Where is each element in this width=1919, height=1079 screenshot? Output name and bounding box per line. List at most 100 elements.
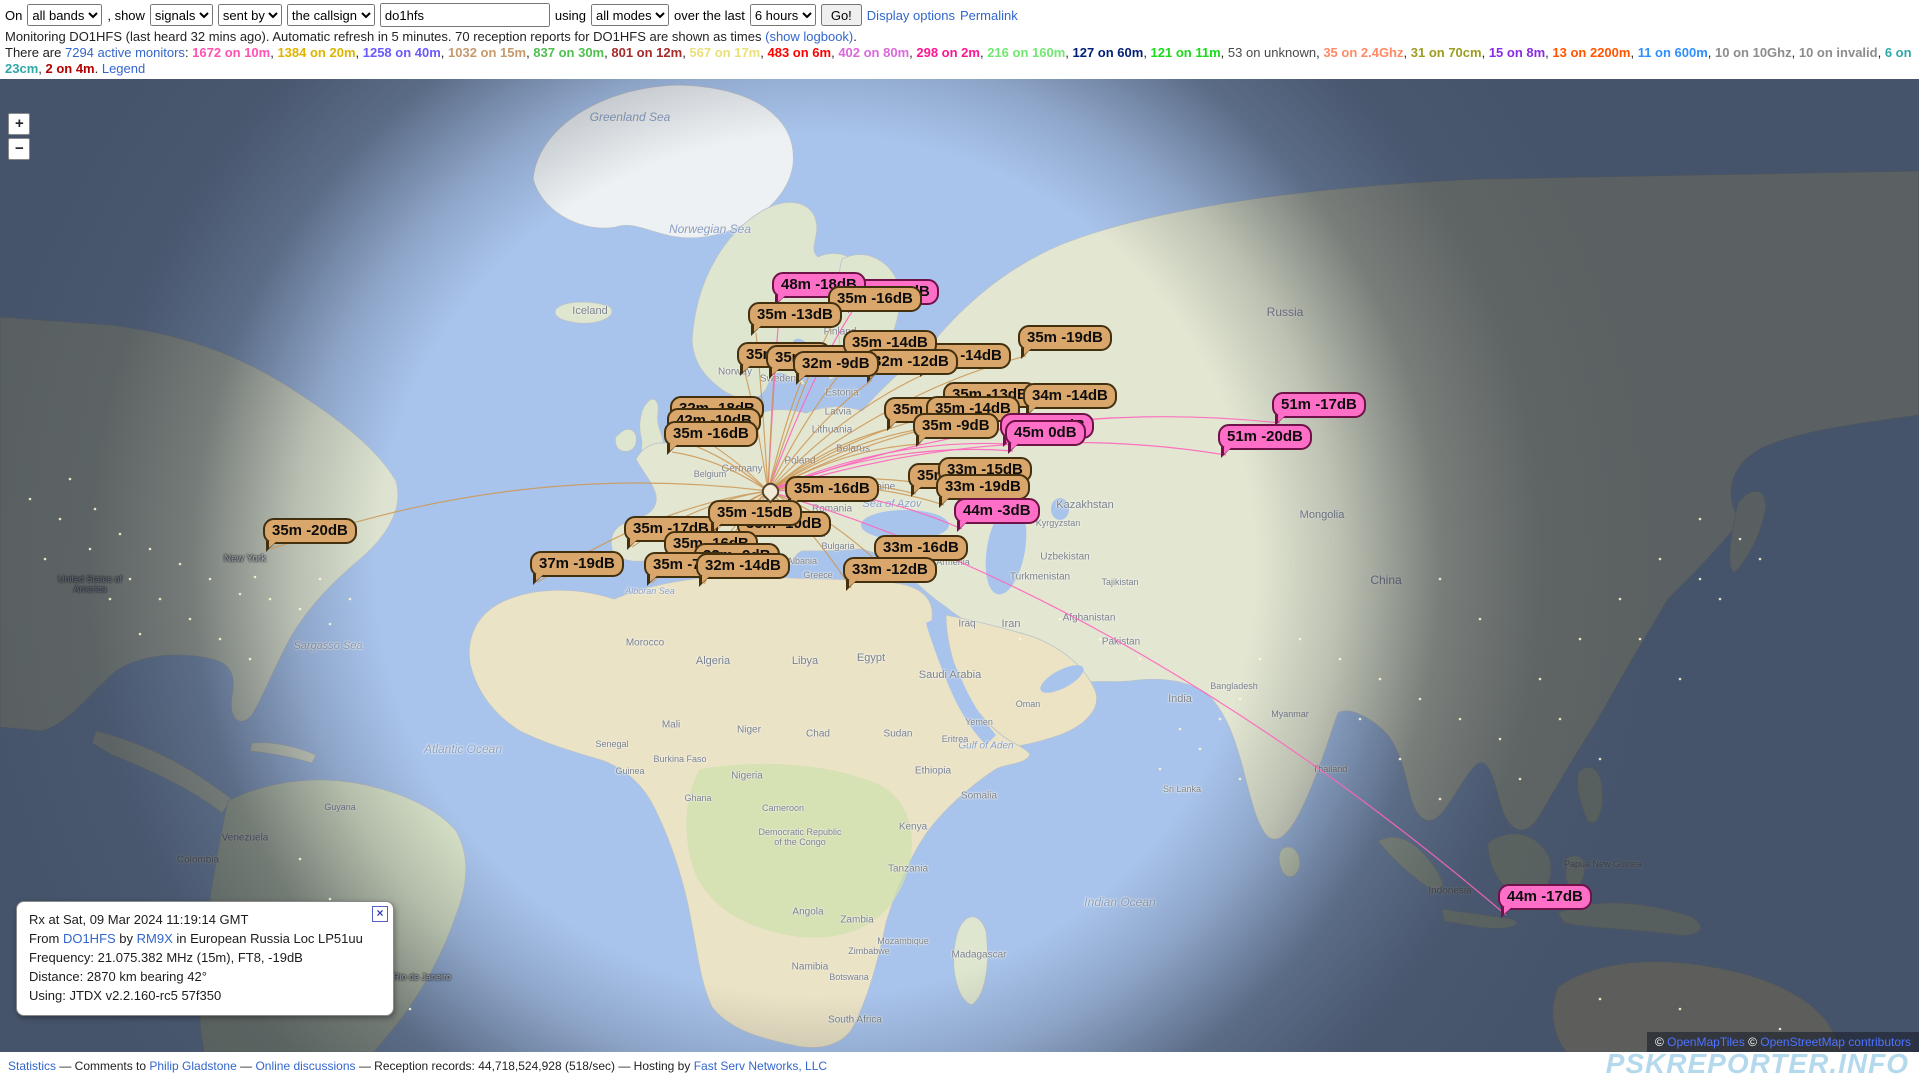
- popup-from-label: From: [29, 931, 63, 946]
- on-label: On: [5, 8, 22, 23]
- world-map[interactable]: Greenland SeaNorwegian SeaIcelandNorwayS…: [0, 79, 1919, 1052]
- map-label: Greece: [803, 570, 833, 580]
- map-label: Chad: [806, 729, 830, 740]
- map-label: Kazakhstan: [1056, 499, 1113, 511]
- zoom-in-button[interactable]: +: [8, 113, 30, 135]
- map-label: Ghana: [684, 793, 711, 803]
- map-label: New York: [224, 554, 266, 565]
- map-label: Atlantic Ocean: [424, 742, 502, 756]
- reception-balloon[interactable]: 35m -20dB: [263, 518, 357, 544]
- band-select[interactable]: all bands: [27, 4, 102, 26]
- reception-balloon[interactable]: 44m -17dB: [1498, 884, 1592, 910]
- popup-software: Using: JTDX v2.2.160-rc5 57f350: [29, 986, 381, 1005]
- display-options-link[interactable]: Display options: [867, 8, 955, 23]
- reception-balloon[interactable]: 32m -9dB: [793, 351, 879, 377]
- reception-balloon[interactable]: 45m 0dB: [1005, 420, 1086, 446]
- map-label: Alboran Sea: [625, 586, 675, 596]
- reception-info-popup: × Rx at Sat, 09 Mar 2024 11:19:14 GMT Fr…: [16, 901, 394, 1016]
- footer-link[interactable]: Statistics: [8, 1059, 56, 1073]
- map-label: Albania: [787, 556, 817, 566]
- map-label: Burkina Faso: [653, 754, 706, 764]
- band-count: 1032 on 15m: [448, 45, 526, 60]
- reception-balloon[interactable]: 37m -19dB: [530, 551, 624, 577]
- direction-select[interactable]: sent by: [218, 4, 282, 26]
- map-label: Ethiopia: [915, 766, 951, 777]
- reception-balloon[interactable]: 51m -17dB: [1272, 392, 1366, 418]
- map-label: Yemen: [965, 717, 993, 727]
- map-label: Latvia: [825, 407, 852, 418]
- map-label: Mongolia: [1300, 509, 1345, 521]
- band-count: 15 on 8m: [1489, 45, 1545, 60]
- band-count: 10 on invalid: [1799, 45, 1878, 60]
- map-label: Senegal: [595, 739, 628, 749]
- show-select[interactable]: signals: [150, 4, 213, 26]
- map-label: Guyana: [324, 802, 356, 812]
- band-count: 11 on 600m: [1638, 45, 1708, 60]
- show-logbook-link[interactable]: (show logbook): [765, 29, 853, 44]
- band-count: 567 on 17m: [689, 45, 760, 60]
- overlast-label: over the last: [674, 8, 745, 23]
- go-button[interactable]: Go!: [821, 4, 862, 26]
- timespan-select[interactable]: 6 hours: [750, 4, 816, 26]
- rx-callsign-link[interactable]: RM9X: [137, 931, 173, 946]
- popup-by-label: by: [116, 931, 137, 946]
- map-label: Belgium: [694, 469, 727, 479]
- band-count: 483 on 6m: [767, 45, 831, 60]
- permalink-link[interactable]: Permalink: [960, 8, 1018, 23]
- map-label: Norwegian Sea: [669, 222, 751, 236]
- map-label: Madagascar: [951, 950, 1006, 961]
- footer-link[interactable]: Philip Gladstone: [149, 1059, 236, 1073]
- active-monitors-link[interactable]: 7294 active monitors: [65, 45, 185, 60]
- map-label: Poland: [784, 456, 815, 467]
- map-label: Niger: [737, 725, 761, 736]
- reception-balloon[interactable]: 44m -3dB: [954, 498, 1040, 524]
- map-label: Democratic Republic of the Congo: [757, 827, 843, 847]
- mode-select[interactable]: all modes: [591, 4, 669, 26]
- map-label: Iraq: [958, 619, 975, 630]
- copyright-symbol: ©: [1748, 1035, 1757, 1049]
- popup-from-line: From DO1HFS by RM9X in European Russia L…: [29, 929, 381, 948]
- map-label: Iran: [1002, 618, 1021, 630]
- reception-balloon[interactable]: 35m -16dB: [664, 421, 758, 447]
- reception-balloon[interactable]: 34m -14dB: [1023, 383, 1117, 409]
- reception-balloon[interactable]: 35m -9dB: [913, 413, 999, 439]
- openstreetmap-link[interactable]: OpenStreetMap contributors: [1760, 1035, 1911, 1049]
- legend-link[interactable]: Legend: [102, 61, 145, 76]
- map-label: Zimbabwe: [848, 946, 890, 956]
- map-label: Mali: [662, 720, 680, 731]
- popup-location-label: in European Russia Loc LP51uu: [173, 931, 363, 946]
- pskreporter-app: On all bands , show signals sent by the …: [0, 0, 1919, 1079]
- map-label: Saudi Arabia: [919, 669, 981, 681]
- map-label: United States of America: [47, 574, 133, 594]
- reception-balloon[interactable]: 33m -12dB: [843, 557, 937, 583]
- map-label: Cameroon: [762, 803, 804, 813]
- map-label: India: [1168, 693, 1192, 705]
- callsign-mode-select[interactable]: the callsign: [287, 4, 375, 26]
- zoom-out-button[interactable]: −: [8, 138, 30, 160]
- reception-balloon[interactable]: 35m -19dB: [1018, 325, 1112, 351]
- close-icon[interactable]: ×: [372, 906, 388, 922]
- footer-link[interactable]: Online discussions: [255, 1059, 355, 1073]
- band-count: 1672 on 10m: [192, 45, 270, 60]
- footer-link[interactable]: Fast Serv Networks, LLC: [694, 1059, 827, 1073]
- reception-balloon[interactable]: 35m -13dB: [748, 302, 842, 328]
- map-label: Russia: [1267, 305, 1304, 319]
- reception-balloon[interactable]: 32m -14dB: [696, 553, 790, 579]
- reception-balloon[interactable]: 51m -20dB: [1218, 424, 1312, 450]
- map-label: Colombia: [177, 855, 219, 866]
- tx-callsign-link[interactable]: DO1HFS: [63, 931, 116, 946]
- reception-balloon[interactable]: 35m -16dB: [785, 476, 879, 502]
- map-label: Germany: [721, 464, 762, 475]
- reception-balloon[interactable]: 33m -19dB: [936, 474, 1030, 500]
- reception-balloon[interactable]: 35m -15dB: [708, 500, 802, 526]
- reception-balloon[interactable]: 35m -16dB: [828, 286, 922, 312]
- map-label: China: [1370, 573, 1401, 587]
- map-label: Morocco: [626, 638, 664, 649]
- openmaptiles-link[interactable]: OpenMapTiles: [1667, 1035, 1745, 1049]
- map-label: Uzbekistan: [1040, 552, 1089, 563]
- band-count: 837 on 30m: [533, 45, 604, 60]
- map-label: Sudan: [884, 729, 913, 740]
- band-count: 1258 on 40m: [363, 45, 441, 60]
- callsign-input[interactable]: [380, 3, 550, 27]
- map-label: Tajikistan: [1101, 577, 1138, 587]
